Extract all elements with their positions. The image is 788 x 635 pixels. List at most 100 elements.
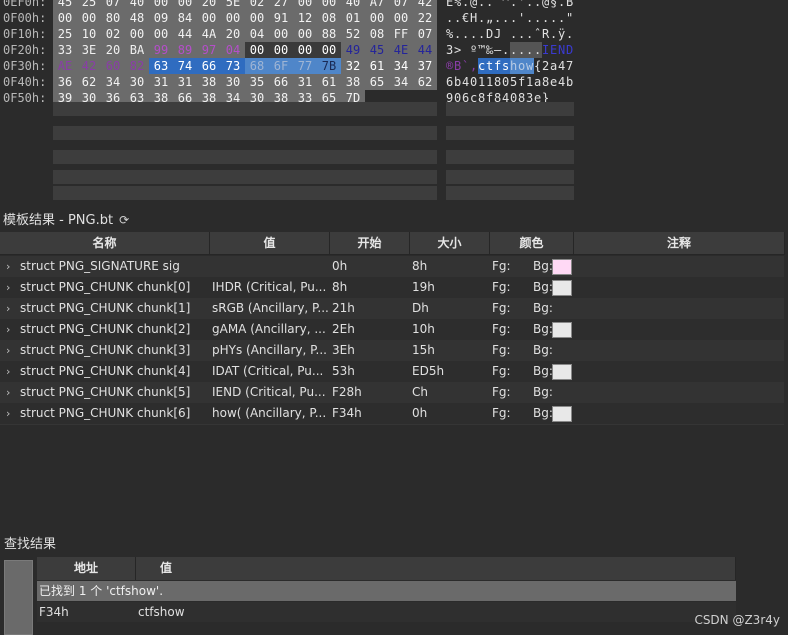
- hex-byte[interactable]: 84: [173, 10, 197, 26]
- hex-byte[interactable]: 00: [245, 42, 269, 58]
- hex-byte[interactable]: 25: [53, 26, 77, 42]
- hex-byte[interactable]: 40: [125, 0, 149, 10]
- bg-color-swatch[interactable]: [552, 322, 572, 338]
- hex-ascii[interactable]: ®B`‚ctfshow{2a47: [446, 58, 574, 74]
- hex-byte[interactable]: 25: [77, 0, 101, 10]
- hex-byte[interactable]: 91: [269, 10, 293, 26]
- hex-byte[interactable]: 4E: [389, 42, 413, 58]
- column-header[interactable]: 开始: [330, 232, 410, 255]
- hex-byte[interactable]: 00: [125, 26, 149, 42]
- hex-byte[interactable]: 00: [293, 26, 317, 42]
- hex-ascii[interactable]: E%.@.. ^.'..@§.B: [446, 0, 574, 10]
- column-header[interactable]: 颜色: [490, 232, 574, 255]
- refresh-icon[interactable]: ⟳: [119, 213, 129, 227]
- hex-byte[interactable]: 62: [77, 74, 101, 90]
- hex-byte[interactable]: 00: [149, 26, 173, 42]
- hex-byte[interactable]: 73: [221, 58, 245, 74]
- hex-byte[interactable]: 31: [149, 74, 173, 90]
- hex-byte[interactable]: 20: [101, 42, 125, 58]
- chevron-right-icon[interactable]: ›: [6, 319, 10, 340]
- template-row[interactable]: › struct PNG_CHUNK chunk[5] IEND (Critical…: [0, 382, 784, 404]
- hex-byte[interactable]: 00: [53, 10, 77, 26]
- hex-byte[interactable]: 08: [317, 10, 341, 26]
- hex-byte[interactable]: 30: [125, 74, 149, 90]
- chevron-right-icon[interactable]: ›: [6, 256, 10, 277]
- hex-byte[interactable]: 20: [221, 26, 245, 42]
- hex-byte[interactable]: 40: [341, 0, 365, 10]
- hex-byte[interactable]: 00: [269, 26, 293, 42]
- hex-byte[interactable]: 38: [341, 74, 365, 90]
- bg-color-swatch[interactable]: [552, 280, 572, 296]
- column-header[interactable]: 名称: [0, 232, 210, 255]
- hex-byte[interactable]: 62: [413, 74, 437, 90]
- hex-byte[interactable]: 82: [125, 58, 149, 74]
- hex-byte[interactable]: 22: [413, 10, 437, 26]
- hex-byte[interactable]: 12: [293, 10, 317, 26]
- hex-byte[interactable]: 4A: [197, 26, 221, 42]
- hex-byte[interactable]: 07: [101, 0, 125, 10]
- hex-byte[interactable]: 00: [389, 10, 413, 26]
- hex-byte[interactable]: 61: [365, 58, 389, 74]
- hex-byte[interactable]: 61: [317, 74, 341, 90]
- hex-byte[interactable]: 42: [413, 0, 437, 10]
- template-row[interactable]: › struct PNG_CHUNK chunk[0] IHDR (Critical…: [0, 277, 784, 299]
- hex-byte[interactable]: 27: [269, 0, 293, 10]
- hex-byte[interactable]: 00: [293, 42, 317, 58]
- hex-ascii[interactable]: ..€H.„...'.....": [446, 10, 574, 26]
- hex-byte[interactable]: 3E: [77, 42, 101, 58]
- hex-byte[interactable]: 35: [245, 74, 269, 90]
- hex-byte[interactable]: 38: [197, 74, 221, 90]
- hex-byte[interactable]: 65: [365, 74, 389, 90]
- hex-byte[interactable]: 37: [413, 58, 437, 74]
- chevron-right-icon[interactable]: ›: [6, 382, 10, 403]
- hex-byte[interactable]: 00: [365, 10, 389, 26]
- hex-byte[interactable]: 44: [413, 42, 437, 58]
- bg-color-swatch[interactable]: [552, 406, 572, 422]
- find-column-header[interactable]: 值: [136, 557, 736, 580]
- chevron-right-icon[interactable]: ›: [6, 340, 10, 361]
- template-row[interactable]: › struct PNG_CHUNK chunk[3] pHYs (Ancillar…: [0, 340, 784, 362]
- hex-byte[interactable]: AE: [53, 58, 77, 74]
- chevron-right-icon[interactable]: ›: [6, 277, 10, 298]
- hex-byte[interactable]: 00: [197, 10, 221, 26]
- hex-byte[interactable]: 48: [125, 10, 149, 26]
- hex-byte[interactable]: 00: [149, 0, 173, 10]
- hex-byte[interactable]: 31: [293, 74, 317, 90]
- hex-byte[interactable]: 77: [293, 58, 317, 74]
- hex-byte[interactable]: 97: [197, 42, 221, 58]
- hex-byte[interactable]: 01: [341, 10, 365, 26]
- template-row[interactable]: › struct PNG_CHUNK chunk[6] how( (Ancillar…: [0, 403, 784, 425]
- hex-byte[interactable]: 60: [101, 58, 125, 74]
- template-row[interactable]: › struct PNG_CHUNK chunk[2] gAMA (Ancillar…: [0, 319, 784, 341]
- hex-byte[interactable]: 04: [245, 26, 269, 42]
- hex-byte[interactable]: 44: [173, 26, 197, 42]
- find-column-header[interactable]: 地址: [37, 557, 136, 580]
- column-header[interactable]: 值: [210, 232, 330, 255]
- hex-byte[interactable]: 00: [317, 42, 341, 58]
- hex-byte[interactable]: 89: [173, 42, 197, 58]
- hex-byte[interactable]: 33: [53, 42, 77, 58]
- hex-byte[interactable]: 5E: [221, 0, 245, 10]
- template-row[interactable]: › struct PNG_SIGNATURE sig 0h 8h Fg: Bg:: [0, 256, 784, 278]
- hex-byte[interactable]: 63: [149, 58, 173, 74]
- hex-ascii[interactable]: 3> º™‰—.....IEND: [446, 42, 574, 58]
- chevron-right-icon[interactable]: ›: [6, 298, 10, 319]
- hex-byte[interactable]: 42: [77, 58, 101, 74]
- template-row[interactable]: › struct PNG_CHUNK chunk[4] IDAT (Critical…: [0, 361, 784, 383]
- hex-byte[interactable]: A7: [365, 0, 389, 10]
- bg-color-swatch[interactable]: [552, 364, 572, 380]
- bg-color-swatch[interactable]: [552, 259, 572, 275]
- hex-byte[interactable]: 66: [197, 58, 221, 74]
- hex-byte[interactable]: 88: [317, 26, 341, 42]
- hex-byte[interactable]: 80: [101, 10, 125, 26]
- column-header[interactable]: 大小: [410, 232, 490, 255]
- hex-byte[interactable]: 07: [389, 0, 413, 10]
- hex-ascii[interactable]: %....DJ ...ˆR.ÿ.: [446, 26, 574, 42]
- hex-byte[interactable]: 00: [317, 0, 341, 10]
- hex-byte[interactable]: 09: [149, 10, 173, 26]
- hex-byte[interactable]: 34: [101, 74, 125, 90]
- hex-byte[interactable]: 66: [269, 74, 293, 90]
- hex-byte[interactable]: FF: [389, 26, 413, 42]
- hex-byte[interactable]: 34: [389, 74, 413, 90]
- hex-byte[interactable]: 34: [389, 58, 413, 74]
